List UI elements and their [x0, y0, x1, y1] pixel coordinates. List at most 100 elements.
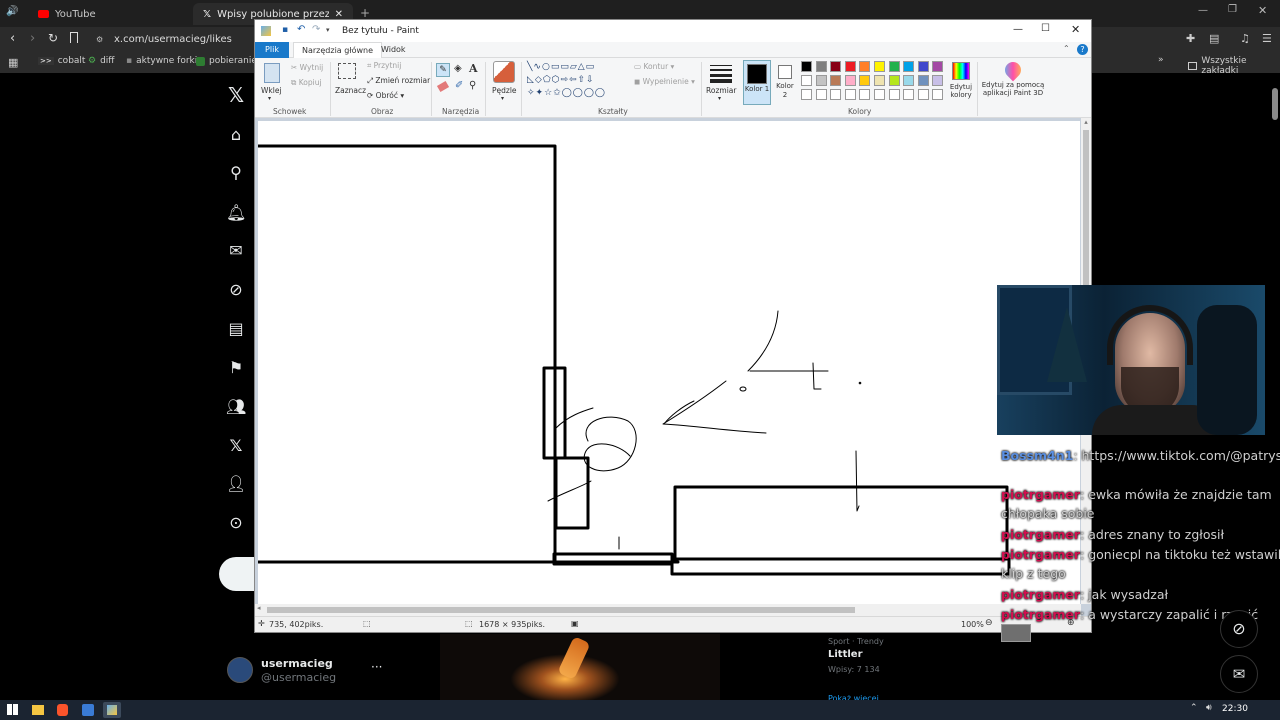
clock[interactable]: 22:30 [1222, 704, 1248, 714]
palette-swatch[interactable] [874, 75, 885, 86]
palette-swatch[interactable] [859, 89, 871, 100]
palette-swatch[interactable] [874, 89, 885, 100]
select-icon[interactable] [338, 63, 356, 79]
post-button[interactable] [219, 557, 259, 591]
file-explorer-icon[interactable] [32, 705, 44, 715]
palette-swatch[interactable] [815, 89, 827, 100]
palette-swatch[interactable] [888, 89, 900, 100]
bookmark-all[interactable]: Wszystkie zakładki [1188, 56, 1280, 76]
more-bookmarks-icon[interactable]: » [1158, 55, 1164, 65]
text-icon[interactable]: A [469, 62, 478, 75]
home-icon[interactable]: ⌂ [226, 125, 246, 145]
rotate-button[interactable]: ⟳ Obróć ▾ [367, 91, 404, 100]
new-tab-icon[interactable]: + [360, 6, 370, 20]
brushes-icon[interactable] [493, 61, 515, 83]
speaker-icon[interactable]: 🔊 [6, 6, 20, 20]
post-image[interactable] [440, 634, 720, 700]
palette-swatch[interactable] [815, 75, 827, 86]
palette-swatch[interactable] [932, 75, 944, 86]
app-icon[interactable] [82, 704, 94, 716]
restore-browser-icon[interactable]: ❐ [1228, 4, 1237, 15]
fill-icon[interactable]: ◈ [454, 63, 462, 74]
palette-swatch[interactable] [830, 61, 842, 72]
palette-swatch[interactable] [903, 61, 915, 72]
grok-floating-button[interactable]: ⊘ [1220, 610, 1258, 648]
palette-swatch[interactable] [815, 61, 827, 72]
fill-button[interactable]: ◼ Wypełnienie ▾ [634, 77, 695, 86]
account-menu-icon[interactable]: ··· [371, 660, 382, 674]
palette-swatch[interactable] [932, 89, 944, 100]
tab-file[interactable]: Plik [255, 42, 289, 58]
paint3d-button[interactable]: Edytuj za pomocą aplikacji Paint 3D [981, 58, 1045, 105]
menu-icon[interactable]: ☰ [1262, 32, 1272, 45]
messages-floating-button[interactable]: ✉ [1220, 655, 1258, 693]
start-icon[interactable] [7, 704, 18, 715]
palette-swatch[interactable] [888, 61, 900, 72]
paste-button[interactable]: Wklej [261, 86, 282, 95]
h-scroll-thumb[interactable] [267, 607, 855, 613]
minimize-icon[interactable]: — [1013, 24, 1023, 35]
bookmark-page-icon[interactable] [70, 32, 78, 43]
close-icon[interactable]: ✕ [1071, 23, 1080, 36]
redo-icon[interactable]: ↷ [312, 24, 320, 35]
quick-access-dropdown-icon[interactable]: ▾ [326, 26, 330, 34]
palette-swatch[interactable] [917, 61, 929, 72]
tab-view[interactable]: Widok [373, 42, 414, 58]
size-button[interactable]: Rozmiar [706, 86, 736, 95]
profile-icon[interactable]: 👤︎ [226, 474, 246, 494]
palette-swatch[interactable] [903, 89, 915, 100]
brushes-dropdown-icon[interactable]: ▾ [501, 95, 504, 102]
search-icon[interactable]: ⚲ [226, 163, 246, 183]
palette-swatch[interactable] [844, 89, 856, 100]
palette-swatch[interactable] [917, 75, 929, 86]
palette-swatch[interactable] [830, 89, 842, 100]
palette-swatch[interactable] [917, 89, 929, 100]
size-dropdown-icon[interactable]: ▾ [718, 95, 721, 102]
brushes-button[interactable]: Pędzle [492, 86, 517, 95]
palette-swatch[interactable] [844, 75, 856, 86]
color2-button[interactable]: Kolor 2 [773, 60, 797, 105]
size-icon[interactable] [710, 63, 732, 83]
drawing-canvas[interactable] [258, 121, 1080, 604]
outline-button[interactable]: ▭ Kontur ▾ [634, 62, 674, 71]
site-settings-icon[interactable]: ⚙ [96, 35, 103, 44]
palette-swatch[interactable] [874, 61, 885, 72]
paste-icon[interactable] [264, 63, 280, 83]
crop-button[interactable]: ⌗ Przytnij [367, 61, 401, 71]
palette-swatch[interactable] [801, 75, 812, 86]
save-icon[interactable]: ▪ [282, 25, 288, 35]
palette-swatch[interactable] [859, 75, 871, 86]
page-scrollbar[interactable] [1272, 88, 1278, 120]
zoom-out-icon[interactable]: ⊖ [985, 618, 993, 628]
paste-dropdown-icon[interactable]: ▾ [268, 95, 271, 102]
palette-swatch[interactable] [888, 75, 900, 86]
edit-colors-button[interactable]: Edytuj kolory [948, 60, 974, 105]
palette-swatch[interactable] [903, 75, 915, 86]
forward-icon[interactable]: › [30, 31, 35, 46]
x-logo-icon[interactable]: 𝕏 [226, 85, 246, 105]
premium-icon[interactable]: 𝕏 [226, 436, 246, 456]
resize-button[interactable]: ⤢ Zmień rozmiar [367, 76, 430, 86]
extensions-icon[interactable]: ✚ [1186, 32, 1195, 45]
back-icon[interactable]: ‹ [10, 31, 15, 46]
color1-button[interactable]: Kolor 1 [743, 60, 771, 105]
messages-icon[interactable]: ✉ [226, 241, 246, 261]
copy-button[interactable]: ⧉ Kopiuj [291, 78, 322, 88]
more-icon[interactable]: ⊙ [226, 513, 246, 533]
collapse-ribbon-icon[interactable]: ⌃ [1063, 44, 1070, 53]
palette-swatch[interactable] [844, 61, 856, 72]
reload-icon[interactable]: ↻ [48, 31, 58, 45]
brave-icon[interactable] [57, 704, 68, 716]
tab-youtube[interactable]: YouTube [28, 3, 188, 25]
close-tab-icon[interactable]: ✕ [335, 9, 343, 20]
palette-swatch[interactable] [932, 61, 944, 72]
trend-title[interactable]: Littler [828, 649, 863, 660]
bookmark-cobalt[interactable]: >> cobalt [38, 56, 85, 66]
close-browser-icon[interactable]: ✕ [1258, 4, 1267, 17]
help-icon[interactable]: ? [1077, 44, 1088, 55]
bookmark-diff[interactable]: ⚙ diff [88, 56, 115, 66]
grok-icon[interactable]: ⊘ [226, 280, 246, 300]
minimize-browser-icon[interactable]: — [1198, 5, 1208, 16]
scroll-left-icon[interactable]: ◂ [257, 604, 261, 612]
horizontal-scrollbar[interactable]: ◂ [255, 604, 1081, 616]
